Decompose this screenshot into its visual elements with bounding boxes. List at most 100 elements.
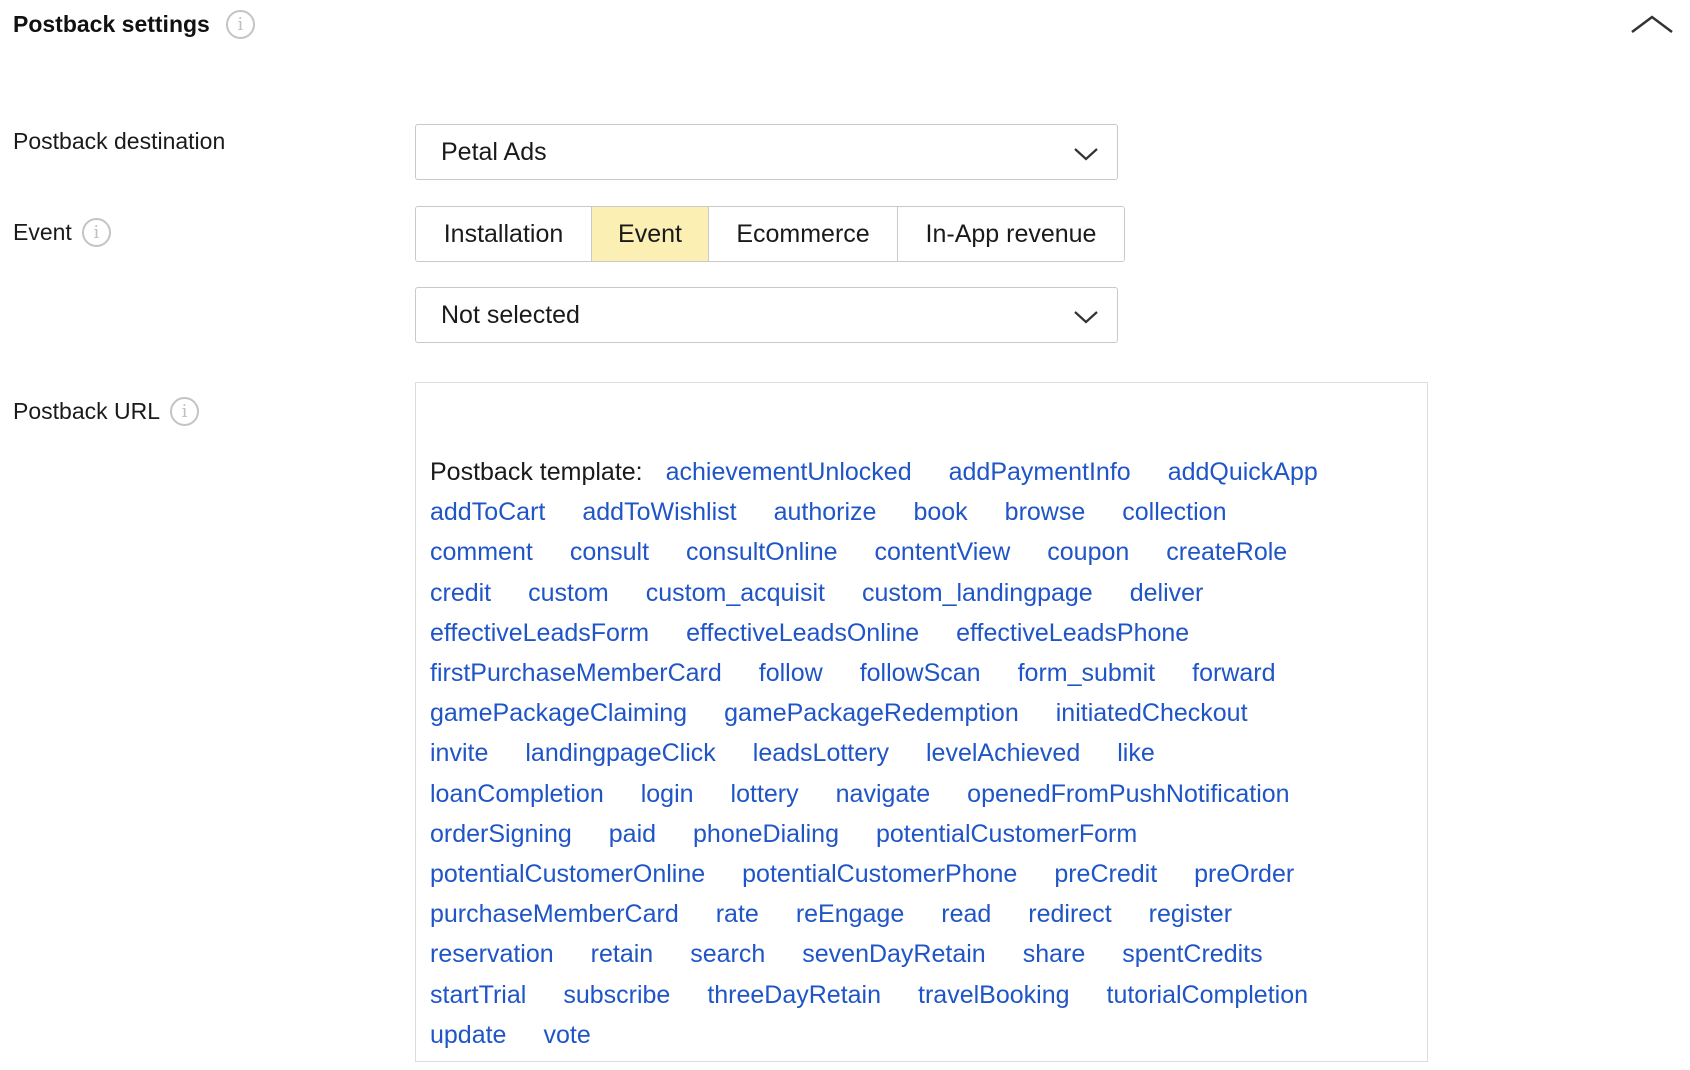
event-template-link[interactable]: form_submit bbox=[1018, 659, 1156, 687]
event-template-link[interactable]: createRole bbox=[1166, 538, 1287, 566]
event-template-link[interactable]: preOrder bbox=[1194, 860, 1294, 888]
destination-label: Postback destination bbox=[13, 128, 226, 154]
event-template-link[interactable]: reservation bbox=[430, 940, 554, 968]
chevron-down-icon bbox=[1074, 148, 1098, 161]
event-template-link[interactable]: openedFromPushNotification bbox=[967, 780, 1289, 808]
event-template-link[interactable]: navigate bbox=[836, 780, 931, 808]
destination-select[interactable]: Petal Ads bbox=[415, 124, 1118, 180]
event-template-link[interactable]: reEngage bbox=[796, 900, 904, 928]
info-icon[interactable]: i bbox=[225, 10, 255, 39]
event-template-link[interactable]: update bbox=[430, 1021, 506, 1049]
event-template-link[interactable]: leadsLottery bbox=[753, 739, 889, 767]
event-template-link[interactable]: spentCredits bbox=[1122, 940, 1262, 968]
template-line: comment consult consultOnline contentView co… bbox=[430, 532, 1390, 572]
postback-url-textarea[interactable]: Postback template: achievementUnlocked add… bbox=[415, 382, 1428, 1062]
event-template-link[interactable]: comment bbox=[430, 538, 533, 566]
event-template-link[interactable]: effectiveLeadsOnline bbox=[686, 619, 919, 647]
postback-template: Postback template: achievementUnlocked add… bbox=[430, 452, 1390, 1055]
event-template-link[interactable]: effectiveLeadsForm bbox=[430, 619, 649, 647]
event-template-link[interactable]: retain bbox=[591, 940, 654, 968]
event-template-link[interactable]: invite bbox=[430, 739, 488, 767]
event-template-link[interactable]: redirect bbox=[1028, 900, 1111, 928]
event-template-link[interactable]: coupon bbox=[1047, 538, 1129, 566]
tab-installation[interactable]: Installation bbox=[416, 207, 592, 261]
template-line: purchaseMemberCard rate reEngage read redire… bbox=[430, 894, 1390, 934]
event-template-link[interactable]: purchaseMemberCard bbox=[430, 900, 679, 928]
event-template-link[interactable]: custom_acquisit bbox=[646, 579, 825, 607]
postback-template-label: Postback template: bbox=[430, 458, 643, 486]
event-template-link[interactable]: addToCart bbox=[430, 498, 545, 526]
chevron-up-icon[interactable] bbox=[1628, 10, 1676, 40]
event-template-link[interactable]: firstPurchaseMemberCard bbox=[430, 659, 722, 687]
event-label: Event bbox=[13, 219, 72, 245]
tab-event[interactable]: Event bbox=[592, 207, 709, 261]
event-template-link[interactable]: threeDayRetain bbox=[707, 981, 881, 1009]
template-line: firstPurchaseMemberCard follow followScan f… bbox=[430, 653, 1390, 693]
template-line: Postback template: achievementUnlocked add… bbox=[430, 452, 1390, 492]
event-template-link[interactable]: contentView bbox=[875, 538, 1011, 566]
template-line: startTrial subscribe threeDayRetain travelB… bbox=[430, 975, 1390, 1015]
event-template-link[interactable]: travelBooking bbox=[918, 981, 1069, 1009]
event-template-link[interactable]: consult bbox=[570, 538, 649, 566]
event-template-link[interactable]: book bbox=[913, 498, 967, 526]
event-template-link[interactable]: levelAchieved bbox=[926, 739, 1080, 767]
event-template-link[interactable]: share bbox=[1023, 940, 1086, 968]
event-template-link[interactable]: rate bbox=[716, 900, 759, 928]
event-template-link[interactable]: initiatedCheckout bbox=[1056, 699, 1248, 727]
event-template-link[interactable]: subscribe bbox=[563, 981, 670, 1009]
event-template-link[interactable]: sevenDayRetain bbox=[802, 940, 985, 968]
event-template-link[interactable]: collection bbox=[1122, 498, 1226, 526]
event-template-link[interactable]: browse bbox=[1005, 498, 1086, 526]
destination-label-row: Postback destination bbox=[13, 128, 225, 155]
event-template-link[interactable]: deliver bbox=[1130, 579, 1204, 607]
template-line: loanCompletion login lottery navigate opened… bbox=[430, 774, 1390, 814]
event-template-link[interactable]: gamePackageClaiming bbox=[430, 699, 687, 727]
postback-url-label-row: Postback URL i bbox=[13, 397, 200, 426]
event-template-link[interactable]: effectiveLeadsPhone bbox=[956, 619, 1189, 647]
event-template-link[interactable]: authorize bbox=[774, 498, 877, 526]
event-template-link[interactable]: preCredit bbox=[1054, 860, 1157, 888]
event-template-link[interactable]: custom bbox=[528, 579, 609, 607]
tab-ecommerce[interactable]: Ecommerce bbox=[709, 207, 898, 261]
template-line: invite landingpageClick leadsLottery levelA… bbox=[430, 733, 1390, 773]
event-template-link[interactable]: lottery bbox=[731, 780, 799, 808]
event-template-link[interactable]: search bbox=[690, 940, 765, 968]
event-select-value: Not selected bbox=[441, 300, 580, 329]
event-template-link[interactable]: addToWishlist bbox=[582, 498, 736, 526]
event-template-link[interactable]: startTrial bbox=[430, 981, 526, 1009]
event-template-link[interactable]: phoneDialing bbox=[693, 820, 839, 848]
event-template-link[interactable]: potentialCustomerOnline bbox=[430, 860, 705, 888]
event-template-link[interactable]: register bbox=[1149, 900, 1232, 928]
info-icon[interactable]: i bbox=[170, 397, 200, 426]
event-template-link[interactable]: gamePackageRedemption bbox=[724, 699, 1019, 727]
event-template-link[interactable]: achievementUnlocked bbox=[666, 458, 912, 486]
event-template-link[interactable]: orderSigning bbox=[430, 820, 572, 848]
destination-value: Petal Ads bbox=[441, 137, 547, 166]
event-template-link[interactable]: paid bbox=[609, 820, 656, 848]
info-icon[interactable]: i bbox=[81, 218, 111, 247]
event-template-link[interactable]: vote bbox=[543, 1021, 590, 1049]
event-template-link[interactable]: forward bbox=[1192, 659, 1275, 687]
postback-settings-panel: Postback settings i Postback destination… bbox=[0, 0, 1690, 1070]
event-template-link[interactable]: addPaymentInfo bbox=[949, 458, 1131, 486]
event-template-link[interactable]: potentialCustomerForm bbox=[876, 820, 1137, 848]
event-template-link[interactable]: login bbox=[641, 780, 694, 808]
event-template-link[interactable]: tutorialCompletion bbox=[1107, 981, 1309, 1009]
chevron-down-icon bbox=[1074, 311, 1098, 324]
event-template-link[interactable]: follow bbox=[759, 659, 823, 687]
event-template-link[interactable]: read bbox=[941, 900, 991, 928]
event-template-link[interactable]: followScan bbox=[860, 659, 981, 687]
event-template-link[interactable]: potentialCustomerPhone bbox=[742, 860, 1017, 888]
event-template-link[interactable]: addQuickApp bbox=[1168, 458, 1318, 486]
template-line: update vote bbox=[430, 1015, 1390, 1055]
event-template-link[interactable]: loanCompletion bbox=[430, 780, 604, 808]
event-select[interactable]: Not selected bbox=[415, 287, 1118, 343]
event-template-link[interactable]: consultOnline bbox=[686, 538, 837, 566]
event-template-link[interactable]: custom_landingpage bbox=[862, 579, 1093, 607]
template-line: potentialCustomerOnline potentialCustomer… bbox=[430, 854, 1390, 894]
template-line: orderSigning paid phoneDialing potentialCus… bbox=[430, 814, 1390, 854]
tab-in-app-revenue[interactable]: In-App revenue bbox=[898, 207, 1124, 261]
event-template-link[interactable]: credit bbox=[430, 579, 491, 607]
event-template-link[interactable]: like bbox=[1117, 739, 1155, 767]
event-template-link[interactable]: landingpageClick bbox=[525, 739, 715, 767]
